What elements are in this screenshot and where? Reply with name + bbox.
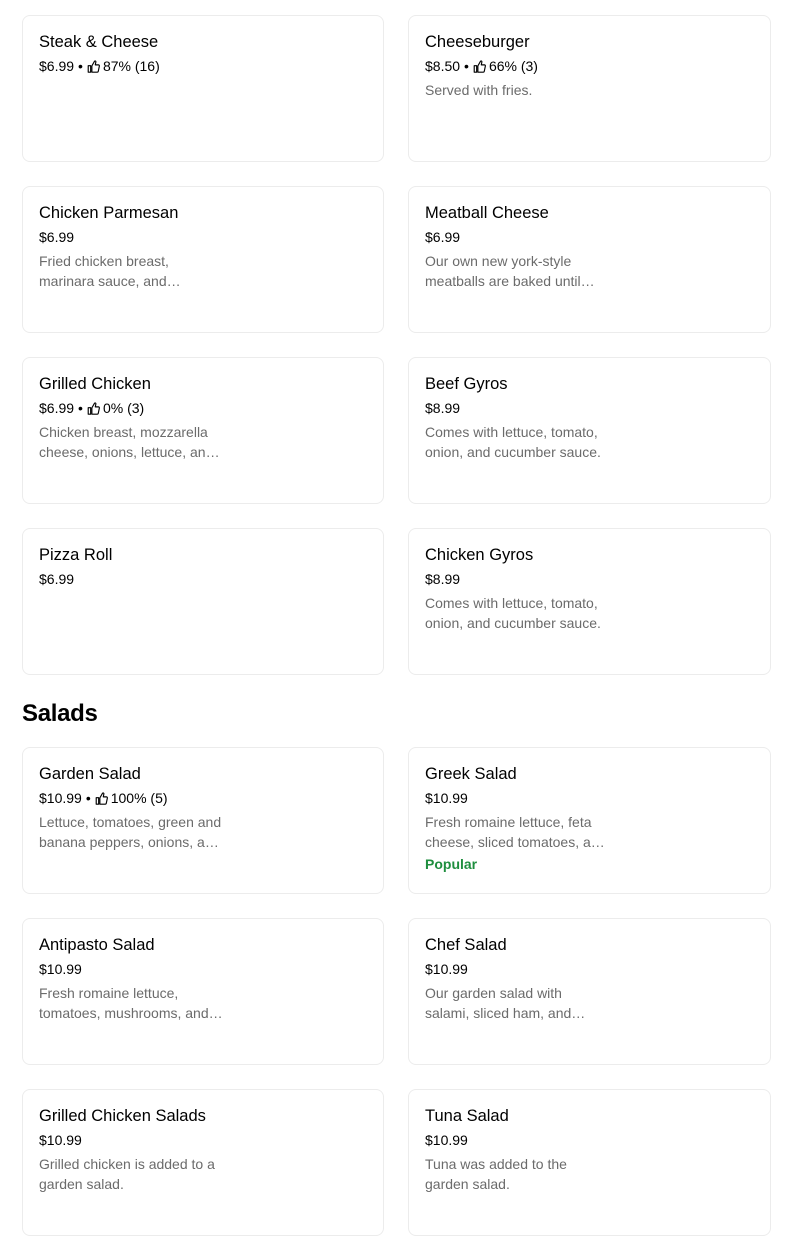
item-meta: $6.99	[425, 228, 754, 246]
item-description: Lettuce, tomatoes, green and banana pepp…	[39, 814, 222, 850]
item-name: Grilled Chicken Salads	[39, 1107, 206, 1125]
salads-items-grid: Garden Salad $10.99 • 100% (5) Lettuce, toma…	[22, 747, 771, 1236]
item-meta: $6.99	[39, 228, 367, 246]
item-price: $6.99	[39, 571, 75, 587]
item-name: Grilled Chicken	[39, 375, 151, 393]
menu-item-greek-salad[interactable]: Greek Salad $10.99 Fresh romaine lettuce, …	[408, 747, 771, 894]
menu-item-steak-cheese[interactable]: Steak & Cheese $6.99 • 87% (16)	[22, 15, 384, 162]
item-name: Chicken Parmesan	[39, 204, 179, 222]
item-name: Steak & Cheese	[39, 33, 159, 51]
item-rating: 0% (3)	[102, 400, 145, 416]
menu-item-grilled-chicken[interactable]: Grilled Chicken $6.99 • 0% (3) Chicken breas…	[22, 357, 384, 504]
item-description: Fried chicken breast, marinara sauce, an…	[39, 253, 169, 289]
menu-items-grid: Steak & Cheese $6.99 • 87% (16) Cheeseburger…	[22, 15, 771, 675]
item-price: $10.99	[425, 790, 468, 806]
section-title-salads: Salads	[22, 700, 98, 727]
menu-item-garden-salad[interactable]: Garden Salad $10.99 • 100% (5) Lettuce, toma…	[22, 747, 384, 894]
item-meta: $8.99	[425, 570, 754, 588]
item-rating: 87% (16)	[102, 58, 160, 74]
item-meta: $10.99	[39, 960, 367, 978]
popular-badge: Popular	[425, 856, 478, 872]
item-price: $10.99	[425, 961, 468, 977]
menu-item-grilled-chicken-salads[interactable]: Grilled Chicken Salads $10.99 Grilled chic…	[22, 1089, 384, 1236]
item-name: Chef Salad	[425, 936, 507, 954]
item-meta: $10.99	[425, 789, 754, 807]
item-name: Pizza Roll	[39, 546, 113, 564]
item-rating: 100% (5)	[110, 790, 168, 806]
item-rating: 66% (3)	[488, 58, 538, 74]
menu-item-chicken-gyros[interactable]: Chicken Gyros $8.99 Comes with lettuce, to…	[408, 528, 771, 675]
item-price: $8.50	[425, 58, 461, 74]
item-description: Comes with lettuce, tomato, onion, and c…	[425, 595, 601, 631]
menu-item-beef-gyros[interactable]: Beef Gyros $8.99 Comes with lettuce, tomat…	[408, 357, 771, 504]
menu-item-chicken-parmesan[interactable]: Chicken Parmesan $6.99 Fried chicken breas…	[22, 186, 384, 333]
item-name: Beef Gyros	[425, 375, 508, 393]
item-price: $10.99	[39, 961, 82, 977]
item-meta: $6.99	[39, 570, 367, 588]
item-meta: $10.99	[39, 1131, 367, 1149]
item-name: Garden Salad	[39, 765, 141, 783]
item-description: Fresh romaine lettuce, tomatoes, mushroo…	[39, 985, 209, 1021]
item-meta: $8.50 • 66% (3)	[425, 57, 754, 75]
item-name: Antipasto Salad	[39, 936, 155, 954]
item-price: $6.99	[39, 58, 75, 74]
item-name: Chicken Gyros	[425, 546, 534, 564]
menu-item-tuna-salad[interactable]: Tuna Salad $10.99 Tuna was added to the ga…	[408, 1089, 771, 1236]
separator-dot: •	[464, 58, 469, 74]
item-name: Greek Salad	[425, 765, 517, 783]
menu-item-cheeseburger[interactable]: Cheeseburger $8.50 • 66% (3) Served with fri…	[408, 15, 771, 162]
item-price: $6.99	[425, 229, 461, 245]
item-description: Our own new york-style meatballs are bak…	[425, 253, 581, 289]
item-description: Tuna was added to the garden salad.	[425, 1156, 567, 1192]
thumbs-up-icon	[95, 791, 108, 805]
separator-dot: •	[78, 58, 83, 74]
item-meta: $6.99 • 0% (3)	[39, 399, 367, 417]
item-price: $10.99	[425, 1132, 468, 1148]
thumbs-up-icon	[473, 59, 486, 73]
menu-item-meatball-cheese[interactable]: Meatball Cheese $6.99 Our own new york-sty…	[408, 186, 771, 333]
item-description: Served with fries.	[425, 82, 533, 98]
item-meta: $10.99 • 100% (5)	[39, 789, 367, 807]
item-name: Tuna Salad	[425, 1107, 509, 1125]
item-meta: $10.99	[425, 1131, 754, 1149]
item-price: $8.99	[425, 400, 461, 416]
thumbs-up-icon	[87, 59, 100, 73]
item-description: Comes with lettuce, tomato, onion, and c…	[425, 424, 601, 460]
menu-item-chef-salad[interactable]: Chef Salad $10.99 Our garden salad with sa…	[408, 918, 771, 1065]
item-name: Cheeseburger	[425, 33, 530, 51]
item-description: Grilled chicken is added to a garden sal…	[39, 1156, 215, 1192]
item-price: $6.99	[39, 400, 75, 416]
separator-dot: •	[78, 400, 83, 416]
item-name: Meatball Cheese	[425, 204, 549, 222]
item-price: $8.99	[425, 571, 461, 587]
menu-item-pizza-roll[interactable]: Pizza Roll $6.99	[22, 528, 384, 675]
item-meta: $8.99	[425, 399, 754, 417]
item-price: $6.99	[39, 229, 75, 245]
item-description: Chicken breast, mozzarella cheese, onion…	[39, 424, 214, 460]
item-price: $10.99	[39, 1132, 82, 1148]
item-meta: $10.99	[425, 960, 754, 978]
thumbs-up-icon	[87, 401, 100, 415]
item-price: $10.99	[39, 790, 82, 806]
item-description: Fresh romaine lettuce, feta cheese, slic…	[425, 814, 607, 850]
separator-dot: •	[85, 790, 91, 806]
menu-item-antipasto-salad[interactable]: Antipasto Salad $10.99 Fresh romaine lettu…	[22, 918, 384, 1065]
item-description: Our garden salad with salami, sliced ham…	[425, 985, 572, 1021]
item-meta: $6.99 • 87% (16)	[39, 57, 367, 75]
